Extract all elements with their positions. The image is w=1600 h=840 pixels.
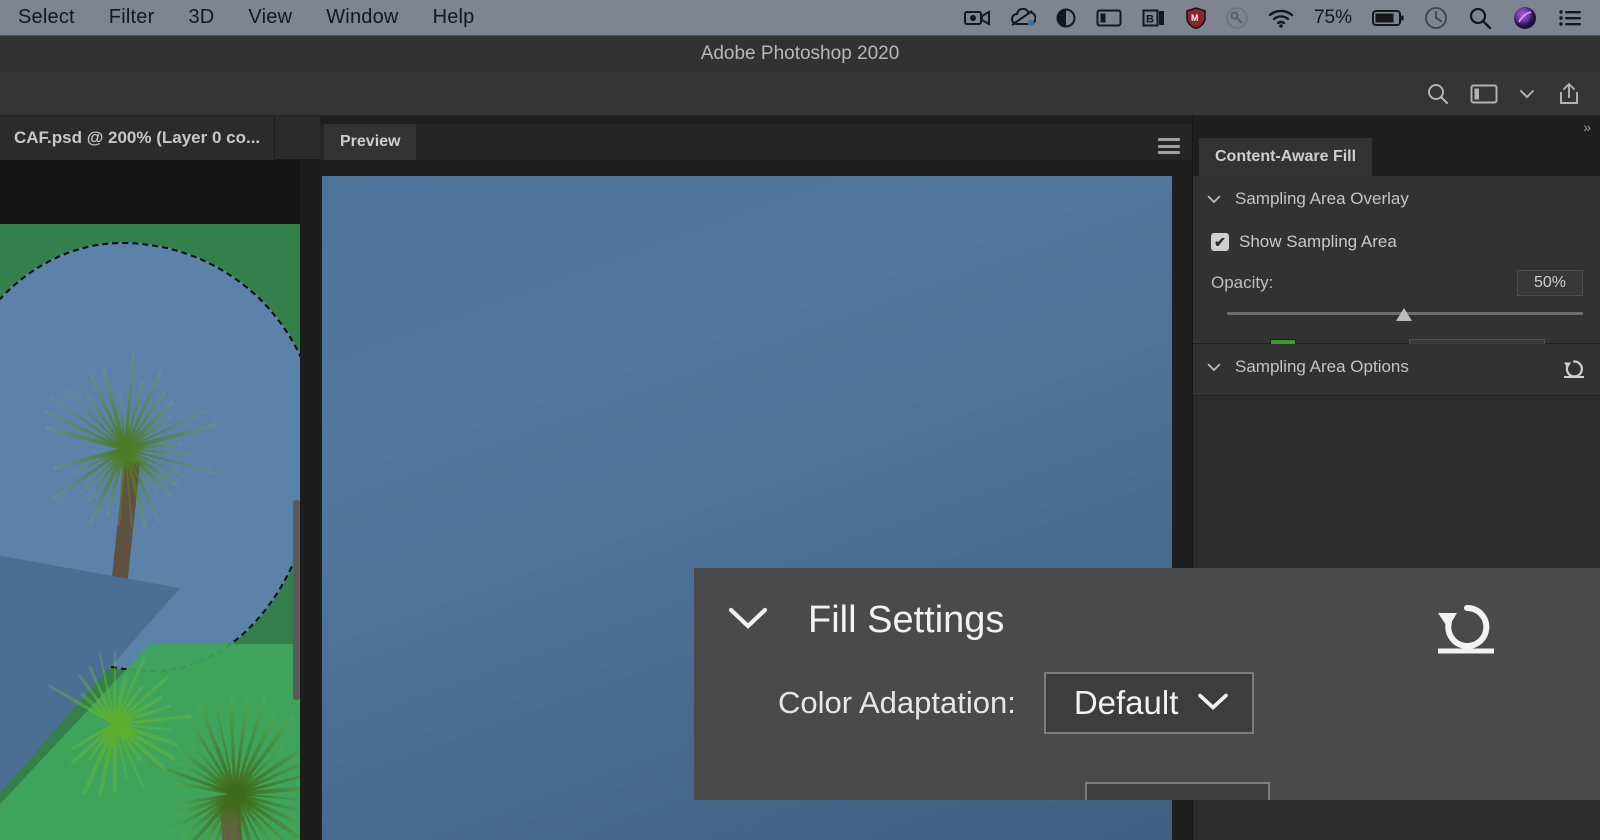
display-icon[interactable] [1096, 8, 1122, 28]
menu-filter[interactable]: Filter [109, 6, 155, 29]
share-icon[interactable] [1556, 81, 1582, 107]
rotation-adaptation-label: Rotation Adaptation: [778, 795, 1057, 800]
screen-record-icon[interactable] [964, 9, 990, 27]
document-tab[interactable]: CAF.psd @ 200% (Layer 0 co... [0, 116, 275, 160]
opacity-label: Opacity: [1211, 273, 1273, 293]
flux-contrast-icon[interactable] [1056, 8, 1076, 28]
opacity-slider[interactable] [1193, 304, 1600, 330]
macos-menubar: Select Filter 3D View Window Help B M 75… [0, 0, 1600, 36]
hamburger-menu-icon[interactable] [1158, 138, 1180, 154]
preview-tabstrip: Preview [320, 124, 1192, 160]
color-adaptation-label: Color Adaptation: [778, 685, 1016, 721]
battery-percent-label: 75% [1314, 7, 1352, 29]
control-center-icon[interactable] [1558, 8, 1584, 28]
menubar-status-items: B M 75% [964, 5, 1600, 31]
key-icon[interactable] [1226, 7, 1248, 29]
canvas-image [0, 224, 300, 840]
workspace-icon[interactable] [1470, 83, 1498, 105]
double-chevron-right-icon[interactable]: » [1583, 119, 1589, 135]
siri-icon[interactable] [1512, 5, 1538, 31]
options-bar [0, 72, 1600, 116]
reset-arrow-icon[interactable] [1432, 596, 1502, 663]
opacity-row: Opacity: 50% [1193, 262, 1600, 304]
canvas-top-band [0, 160, 300, 224]
search-icon[interactable] [1426, 82, 1450, 106]
canvas-scrollbar[interactable] [293, 500, 300, 700]
menu-window[interactable]: Window [326, 6, 398, 29]
tab-content-aware-fill[interactable]: Content-Aware Fill [1199, 138, 1372, 176]
menubar-menus: Select Filter 3D View Window Help [0, 6, 475, 29]
bartender-icon[interactable]: B [1142, 8, 1166, 28]
document-canvas[interactable] [0, 160, 300, 840]
chevron-down-icon [1196, 688, 1230, 719]
rotation-adaptation-value: None [1115, 794, 1194, 800]
opacity-input[interactable]: 50% [1517, 270, 1583, 296]
show-sampling-area-label: Show Sampling Area [1239, 232, 1397, 252]
color-adaptation-row: Color Adaptation: Default [694, 672, 1600, 734]
tab-preview[interactable]: Preview [324, 124, 416, 160]
palm-tree-upper [30, 364, 220, 534]
color-adaptation-value: Default [1074, 684, 1179, 722]
svg-text:B: B [1146, 13, 1154, 25]
battery-icon[interactable] [1372, 9, 1404, 27]
section-title: Sampling Area Overlay [1235, 189, 1409, 209]
document-tabstrip: CAF.psd @ 200% (Layer 0 co... [0, 116, 320, 160]
menu-3d[interactable]: 3D [188, 6, 214, 29]
chevron-down-icon[interactable] [1207, 359, 1221, 375]
fill-settings-title: Fill Settings [808, 599, 1004, 642]
menu-select[interactable]: Select [18, 6, 75, 29]
creative-cloud-icon[interactable] [1010, 8, 1036, 28]
chevron-down-icon[interactable] [726, 603, 770, 637]
spotlight-search-icon[interactable] [1468, 6, 1492, 30]
section-header-sampling-area-overlay[interactable]: Sampling Area Overlay [1193, 176, 1600, 222]
section-title: Sampling Area Options [1235, 357, 1409, 377]
svg-text:M: M [1191, 13, 1199, 23]
panel-collapse-row: » [1193, 116, 1600, 138]
wifi-icon[interactable] [1268, 8, 1294, 28]
work-area: CAF.psd @ 200% (Layer 0 co... Preview » … [0, 116, 1600, 840]
show-sampling-area-checkbox[interactable]: ✔ [1211, 233, 1229, 251]
color-adaptation-select[interactable]: Default [1044, 672, 1255, 734]
palm-frond-cluster [40, 654, 190, 794]
app-title: Adobe Photoshop 2020 [701, 43, 900, 65]
section-header-sampling-area-options[interactable]: Sampling Area Options [1193, 344, 1600, 390]
photoshop-window: Select Filter 3D View Window Help B M 75… [0, 0, 1600, 840]
fill-settings-zoom-overlay: Fill Settings Color Adaptation: Default [694, 568, 1600, 800]
rotation-adaptation-row: Rotation Adaptation: None [778, 782, 1270, 800]
reset-arrow-icon[interactable] [1561, 355, 1587, 384]
chevron-down-icon[interactable] [1207, 191, 1221, 207]
chevron-down-icon[interactable] [1518, 87, 1536, 101]
malwarebytes-icon[interactable]: M [1186, 7, 1206, 29]
menu-help[interactable]: Help [433, 6, 475, 29]
rotation-adaptation-select[interactable]: None [1085, 782, 1270, 800]
app-titlebar: Adobe Photoshop 2020 [0, 36, 1600, 72]
time-machine-icon[interactable] [1424, 6, 1448, 30]
show-sampling-area-row[interactable]: ✔ Show Sampling Area [1193, 222, 1600, 262]
caf-tabstrip: Content-Aware Fill [1193, 138, 1600, 176]
section-sampling-area-overlay: Sampling Area Overlay ✔ Show Sampling Ar… [1193, 176, 1600, 344]
menu-view[interactable]: View [248, 6, 292, 29]
section-sampling-area-options: Sampling Area Options [1193, 344, 1600, 396]
